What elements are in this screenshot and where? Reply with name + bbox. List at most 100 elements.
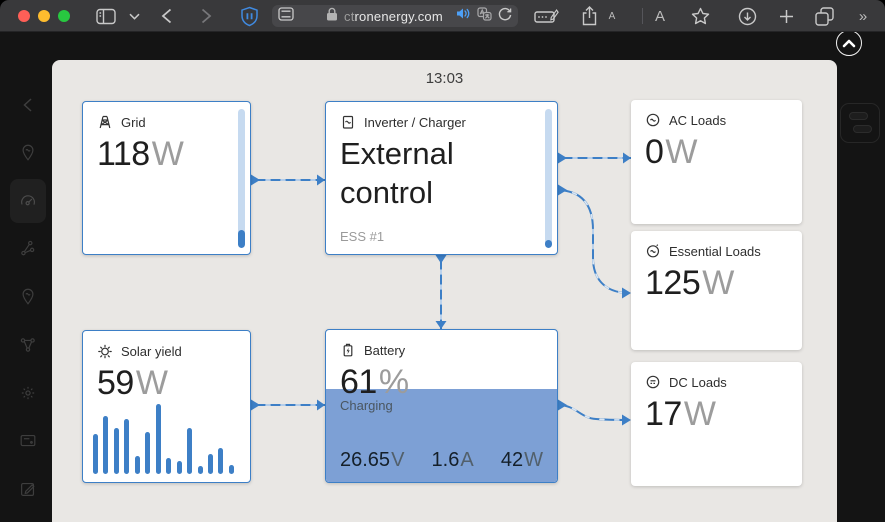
reload-icon[interactable]	[498, 7, 512, 26]
dc-loads-value: 17	[645, 395, 682, 433]
dc-loads-unit: W	[684, 395, 716, 433]
solar-yield-unit: W	[136, 364, 168, 402]
solar-bar	[177, 461, 182, 474]
traffic-light-close[interactable]	[18, 10, 30, 22]
solar-bar	[145, 432, 150, 474]
overview-timestamp: 13:03	[52, 70, 837, 87]
sidebar-item-settings[interactable]	[10, 373, 46, 413]
tab-overview-icon[interactable]	[812, 0, 836, 32]
sidebar-item-devices[interactable]	[10, 229, 46, 269]
solar-sun-icon	[97, 343, 113, 359]
grid-card[interactable]: Grid 118W	[82, 101, 251, 255]
autofill-icon[interactable]	[532, 0, 562, 32]
inverter-gauge-fill	[545, 240, 552, 248]
text-smaller-button[interactable]: A	[604, 0, 620, 32]
solar-bar	[187, 428, 192, 474]
chevron-down-icon[interactable]	[126, 0, 142, 32]
sidebar-item-network[interactable]	[10, 325, 46, 365]
battery-voltage: 26.65V	[340, 449, 404, 472]
battery-card-label: Battery	[364, 343, 405, 358]
ac-loads-card[interactable]: AC Loads 0W	[631, 100, 802, 224]
sidebar-item-edit[interactable]	[10, 469, 46, 509]
essential-loads-value: 125	[645, 264, 700, 302]
sidebar-item-location[interactable]	[10, 277, 46, 317]
grid-gauge-fill	[238, 230, 245, 248]
back-icon[interactable]	[156, 0, 176, 32]
battery-card[interactable]: Battery 61% Charging 26.65V 1.6A 42W	[325, 329, 558, 483]
essential-loads-icon	[645, 243, 661, 259]
toolbar-overflow-icon[interactable]: »	[850, 0, 874, 32]
sidebar-item-back[interactable]	[10, 85, 46, 125]
translate-icon[interactable]	[477, 7, 492, 26]
ac-loads-label: AC Loads	[669, 113, 726, 128]
solar-yield-label: Solar yield	[121, 344, 182, 359]
url-text: ctronenergy.com	[344, 9, 450, 24]
address-bar[interactable]: ctronenergy.com	[272, 5, 518, 27]
widget-pill-icon	[849, 112, 868, 120]
share-icon[interactable]	[578, 0, 600, 32]
app-background: 13:03	[0, 32, 885, 522]
widget-toggle-button[interactable]	[840, 103, 880, 143]
sidebar-item-overview-selected[interactable]	[10, 179, 46, 223]
inverter-card[interactable]: Inverter / Charger External control ESS …	[325, 101, 558, 255]
dc-loads-card[interactable]: DC Loads 17W	[631, 362, 802, 486]
chevron-up-icon	[842, 39, 856, 48]
battery-current: 1.6A	[432, 449, 474, 472]
grid-gauge	[238, 109, 245, 248]
inverter-gauge	[545, 109, 552, 248]
grid-card-label: Grid	[121, 115, 146, 130]
solar-mini-chart	[93, 402, 234, 474]
reader-icon[interactable]	[278, 7, 294, 26]
solar-bar	[218, 448, 223, 474]
solar-bar	[208, 454, 213, 474]
battery-stats-row: 26.65V 1.6A 42W	[340, 449, 543, 472]
essential-loads-label: Essential Loads	[669, 244, 761, 259]
connector-inverter-essential	[558, 190, 627, 293]
inverter-card-label: Inverter / Charger	[364, 115, 466, 130]
bookmark-star-icon[interactable]	[688, 0, 712, 32]
traffic-light-zoom[interactable]	[58, 10, 70, 22]
essential-loads-unit: W	[702, 264, 734, 302]
grid-pylon-icon	[97, 114, 113, 130]
solar-bar	[124, 419, 129, 474]
downloads-icon[interactable]	[736, 0, 758, 32]
system-overview-panel: 13:03	[52, 60, 837, 522]
new-tab-icon[interactable]	[776, 0, 796, 32]
ac-loads-value: 0	[645, 133, 663, 171]
lock-icon[interactable]	[326, 7, 338, 26]
text-larger-button[interactable]: A	[652, 0, 668, 32]
forward-icon[interactable]	[196, 0, 216, 32]
inverter-icon	[340, 114, 356, 130]
sidebar-toggle-icon[interactable]	[94, 0, 118, 32]
solar-bar	[229, 465, 234, 474]
sidebar-item-dashboard-pin[interactable]	[10, 133, 46, 173]
inverter-subtitle: ESS #1	[340, 229, 384, 244]
traffic-light-minimize[interactable]	[38, 10, 50, 22]
inverter-mode: External control	[340, 134, 543, 212]
solar-bar	[198, 466, 203, 474]
dc-loads-icon	[645, 374, 661, 390]
widget-pill-icon	[853, 125, 872, 133]
battery-soc-unit: %	[379, 363, 409, 401]
solar-yield-card[interactable]: Solar yield 59W	[82, 330, 251, 483]
connector-battery-dcloads	[558, 405, 627, 420]
dc-loads-label: DC Loads	[669, 375, 727, 390]
browser-window: ctronenergy.com A A	[0, 0, 885, 522]
sidebar-item-device-list[interactable]	[10, 421, 46, 461]
solar-bar	[135, 456, 140, 474]
ac-loads-icon	[645, 112, 661, 128]
shield-pause-icon[interactable]	[236, 0, 262, 32]
ac-loads-unit: W	[665, 133, 697, 171]
solar-bar	[114, 428, 119, 474]
audio-playing-icon[interactable]	[456, 7, 471, 25]
solar-bar	[156, 404, 161, 474]
grid-unit: W	[152, 135, 184, 173]
browser-toolbar: ctronenergy.com A A	[0, 0, 885, 32]
essential-loads-card[interactable]: Essential Loads 125W	[631, 231, 802, 350]
solar-yield-value: 59	[97, 364, 134, 402]
solar-bar	[103, 416, 108, 474]
collapse-overlay-button[interactable]	[836, 30, 862, 56]
toolbar-divider	[642, 8, 643, 24]
battery-icon	[340, 342, 356, 358]
solar-bar	[93, 434, 98, 474]
